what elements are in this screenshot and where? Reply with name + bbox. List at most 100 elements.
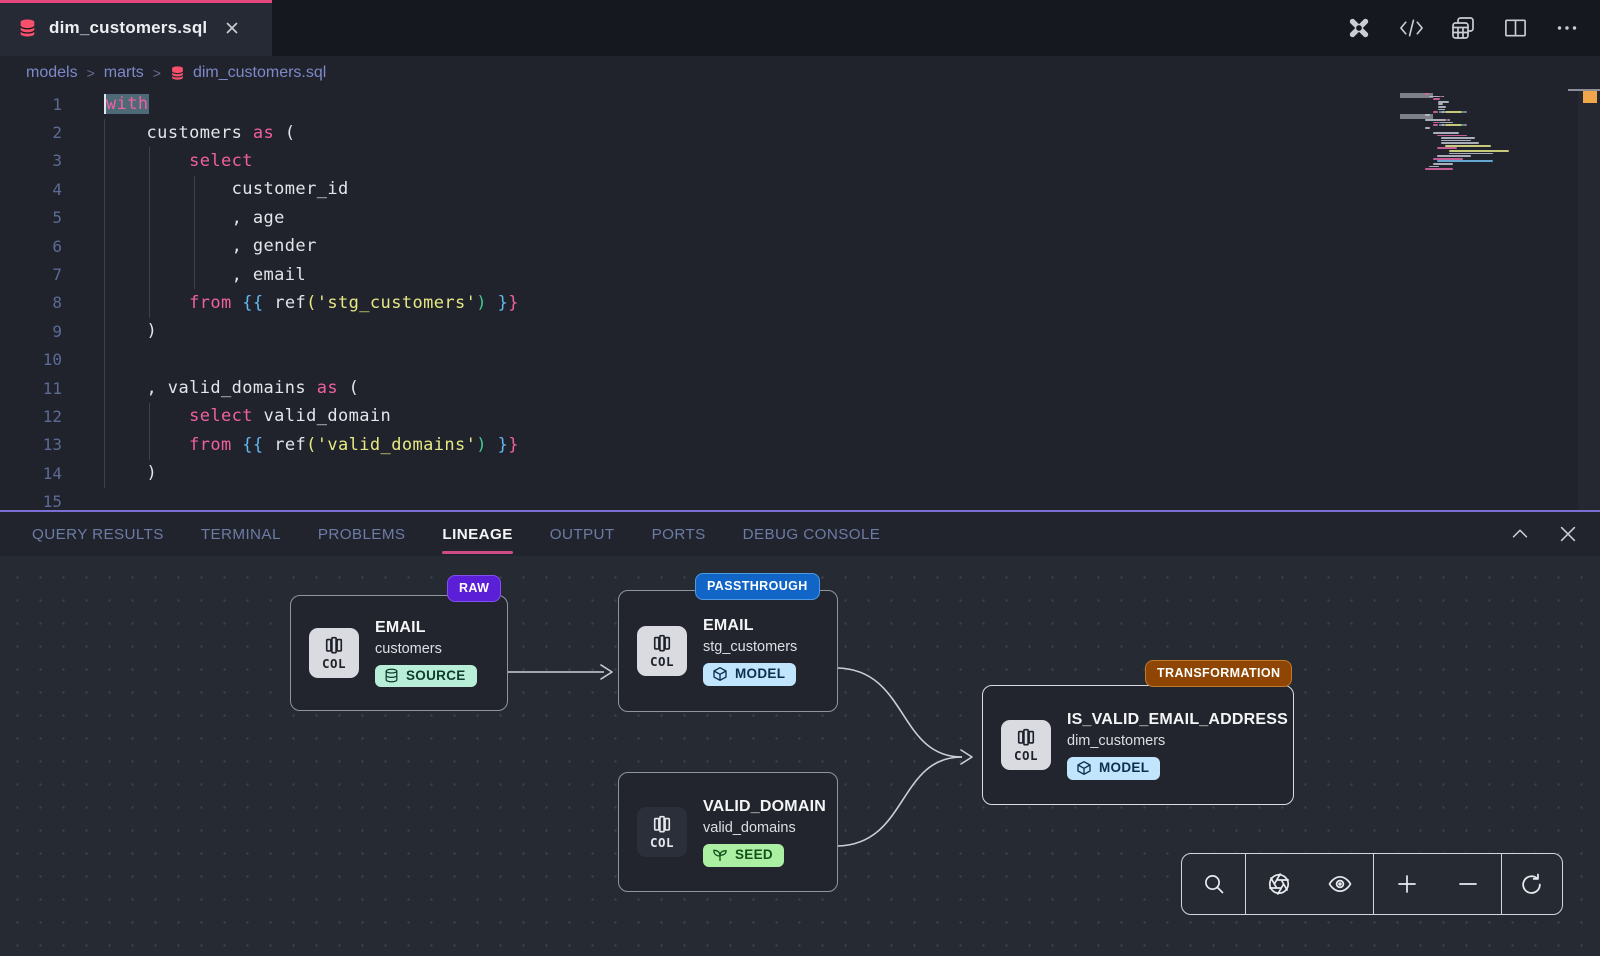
code-text: with <box>104 94 149 114</box>
line-number: 15 <box>0 492 62 510</box>
panel-tab-ports[interactable]: PORTS <box>652 512 706 556</box>
code-text: customer_id <box>104 179 349 199</box>
lineage-node-stg_customers[interactable]: COLEMAILstg_customersMODEL <box>618 590 838 712</box>
code-text: from {{ ref('valid_domains') }} <box>104 435 519 455</box>
resource-label: MODEL <box>735 666 785 681</box>
line-number: 10 <box>0 350 62 369</box>
lineage-tag-transformation: TRANSFORMATION <box>1145 660 1292 687</box>
code-line: 8 from {{ ref('stg_customers') }} <box>0 289 1600 317</box>
node-subtitle: dim_customers <box>1067 733 1165 749</box>
database-icon <box>384 668 399 683</box>
line-number: 13 <box>0 435 62 454</box>
database-icon <box>170 65 185 81</box>
column-chip: COL <box>637 807 687 857</box>
line-number: 9 <box>0 322 62 341</box>
code-line: 4 customer_id <box>0 175 1600 203</box>
code-line: 9 ) <box>0 317 1600 345</box>
duplicate-tab-icon[interactable] <box>1448 13 1478 43</box>
aperture-icon[interactable] <box>1251 854 1307 914</box>
line-number: 11 <box>0 379 62 398</box>
code-line: 11 , valid_domains as ( <box>0 374 1600 402</box>
resource-label: SOURCE <box>406 668 466 683</box>
editor-tab-bar: dim_customers.sql <box>0 0 1600 56</box>
column-chip: COL <box>309 628 359 678</box>
bottom-panel: QUERY RESULTS TERMINAL PROBLEMS LINEAGE OUTP… <box>0 510 1600 956</box>
chip-label: COL <box>650 835 674 850</box>
chip-label: COL <box>322 656 346 671</box>
code-text: select valid_domain <box>104 406 391 426</box>
columns-icon <box>651 633 673 653</box>
columns-icon <box>651 814 673 834</box>
close-panel-icon[interactable] <box>1556 522 1580 546</box>
active-tab-accent <box>0 0 272 3</box>
minimap[interactable] <box>1425 93 1535 185</box>
line-number: 7 <box>0 265 62 284</box>
chip-label: COL <box>1014 748 1038 763</box>
code-line: 7 , email <box>0 260 1600 288</box>
code-line: 15 <box>0 487 1600 510</box>
resource-badge-source: SOURCE <box>375 665 477 687</box>
code-text: customers as ( <box>104 123 295 143</box>
breadcrumb: models > marts > dim_customers.sql <box>0 56 1600 89</box>
resource-label: SEED <box>735 847 773 862</box>
resource-badge-model: MODEL <box>703 663 796 686</box>
node-subtitle: customers <box>375 641 442 657</box>
search-icon[interactable] <box>1186 854 1242 914</box>
lineage-node-valid_domains[interactable]: COLVALID_DOMAINvalid_domainsSEED <box>618 772 838 892</box>
node-title: EMAIL <box>375 619 426 637</box>
cube-icon <box>1076 760 1092 776</box>
panel-tab-output[interactable]: OUTPUT <box>550 512 615 556</box>
breadcrumb-file[interactable]: dim_customers.sql <box>170 64 326 82</box>
close-icon[interactable] <box>225 21 239 35</box>
breadcrumb-file-label: dim_customers.sql <box>193 64 326 82</box>
editor-scrollbar[interactable] <box>1578 89 1600 510</box>
lineage-node-dim_customers[interactable]: COLIS_VALID_EMAIL_ADDRESSdim_customersMO… <box>982 685 1294 805</box>
panel-actions <box>1508 522 1580 546</box>
lineage-node-customers[interactable]: COL EMAIL customers SOURCE <box>290 595 508 711</box>
breadcrumb-segment-models[interactable]: models <box>26 64 78 82</box>
column-chip: COL <box>1001 720 1051 770</box>
resource-badge-seed: SEED <box>703 844 784 867</box>
tab-dim-customers-sql[interactable]: dim_customers.sql <box>0 0 272 56</box>
panel-tab-query-results[interactable]: QUERY RESULTS <box>32 512 164 556</box>
code-line: 13 from {{ ref('valid_domains') }} <box>0 431 1600 459</box>
panel-tab-lineage[interactable]: LINEAGE <box>442 512 512 556</box>
line-number: 2 <box>0 123 62 142</box>
code-editor[interactable]: 1with2 customers as (3 select4 customer_… <box>0 89 1600 510</box>
code-text: , valid_domains as ( <box>104 378 359 398</box>
split-editor-icon[interactable] <box>1500 13 1530 43</box>
app-window: dim_customers.sql <box>0 0 1600 956</box>
refresh-icon[interactable] <box>1504 854 1560 914</box>
breadcrumb-separator: > <box>153 65 161 81</box>
open-code-icon[interactable] <box>1396 13 1426 43</box>
breadcrumb-segment-marts[interactable]: marts <box>104 64 144 82</box>
zoom-out-icon[interactable] <box>1440 854 1496 914</box>
dbt-extension-icon[interactable] <box>1344 13 1374 43</box>
panel-tab-terminal[interactable]: TERMINAL <box>201 512 281 556</box>
more-actions-icon[interactable] <box>1552 13 1582 43</box>
node-subtitle: stg_customers <box>703 639 797 655</box>
node-subtitle: valid_domains <box>703 820 796 836</box>
lineage-canvas[interactable]: COLEMAILcustomersSOURCECOLEMAILstg_custo… <box>0 556 1600 956</box>
code-line: 2 customers as ( <box>0 118 1600 146</box>
zoom-in-icon[interactable] <box>1379 854 1435 914</box>
scrollbar-change-marker <box>1583 91 1597 103</box>
database-icon <box>18 18 37 38</box>
panel-tab-problems[interactable]: PROBLEMS <box>318 512 406 556</box>
cube-icon <box>712 666 728 682</box>
code-text: select <box>104 151 253 171</box>
panel-tab-debug-console[interactable]: DEBUG CONSOLE <box>743 512 881 556</box>
panel-tab-strip: QUERY RESULTS TERMINAL PROBLEMS LINEAGE OUTP… <box>0 512 1600 556</box>
code-line: 3 select <box>0 147 1600 175</box>
code-line: 12 select valid_domain <box>0 402 1600 430</box>
breadcrumb-separator: > <box>87 65 95 81</box>
code-line: 1with <box>0 90 1600 118</box>
line-number: 14 <box>0 464 62 483</box>
lineage-tag-passthrough: PASSTHROUGH <box>695 573 820 600</box>
code-line: 5 , age <box>0 204 1600 232</box>
collapse-panel-icon[interactable] <box>1508 522 1532 546</box>
line-number: 12 <box>0 407 62 426</box>
chip-label: COL <box>650 654 674 669</box>
eye-icon[interactable] <box>1312 854 1368 914</box>
columns-icon <box>323 635 345 655</box>
